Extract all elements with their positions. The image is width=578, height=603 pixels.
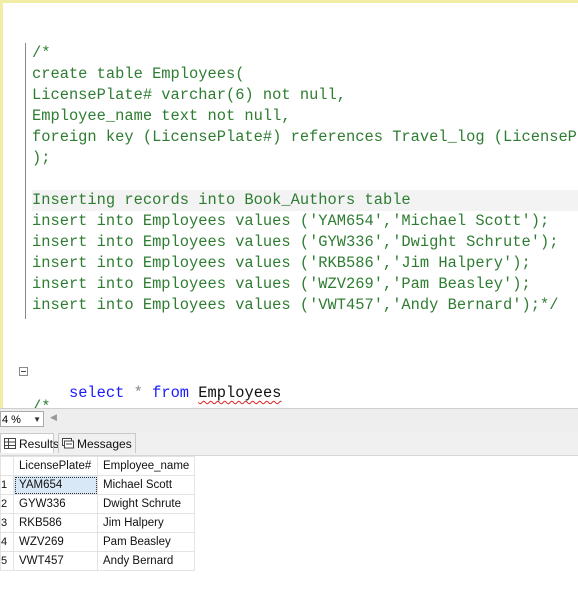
- collapse-toggle-icon[interactable]: [19, 367, 28, 376]
- scroll-left-arrow-icon[interactable]: ◀: [50, 412, 57, 423]
- results-grid[interactable]: LicensePlate# Employee_name 1 YAM654 Micha…: [0, 456, 196, 571]
- code-text: foreign key (LicensePlate#) references T…: [32, 128, 578, 146]
- table-name-token: Employees: [198, 384, 282, 402]
- table-row[interactable]: 2 GYW336 Dwight Schrute: [0, 494, 196, 514]
- zoom-dropdown[interactable]: 4 % ▼: [0, 411, 44, 427]
- tab-results-label: Results: [19, 437, 60, 451]
- code-line[interactable]: insert into Employees values ('RKB586','…: [32, 253, 531, 274]
- star-token: *: [124, 384, 153, 402]
- grid-header-row: LicensePlate# Employee_name: [0, 456, 196, 476]
- employee-name-cell[interactable]: Andy Bernard: [96, 551, 196, 571]
- code-line[interactable]: foreign key (LicensePlate#) references T…: [32, 127, 578, 148]
- query-editor[interactable]: /* create table Employees( LicensePlate# v…: [0, 0, 578, 411]
- tab-results[interactable]: Results: [0, 433, 59, 453]
- code-text: Inserting records into Book_Authors tabl…: [32, 191, 411, 209]
- tab-messages[interactable]: Messages: [58, 433, 136, 453]
- table-row[interactable]: 3 RKB586 Jim Halpery: [0, 513, 196, 533]
- code-line[interactable]: );: [32, 148, 50, 169]
- change-indicator-bar: [0, 3, 3, 411]
- tab-messages-label: Messages: [77, 437, 132, 451]
- code-text: insert into Employees values ('GYW336','…: [32, 233, 559, 251]
- code-line[interactable]: LicensePlate# varchar(6) not null,: [32, 85, 346, 106]
- row-number-cell[interactable]: 2: [0, 494, 14, 514]
- code-line[interactable]: /*: [32, 43, 50, 64]
- row-number-cell[interactable]: 3: [0, 513, 14, 533]
- column-header-licenseplate[interactable]: LicensePlate#: [13, 456, 98, 476]
- code-text: insert into Employees values ('VWT457','…: [32, 296, 559, 314]
- code-line[interactable]: create table Employees(: [32, 64, 244, 85]
- code-line[interactable]: insert into Employees values ('WZV269','…: [32, 274, 531, 295]
- row-number-cell[interactable]: 1: [0, 475, 14, 495]
- employee-name-cell[interactable]: Pam Beasley: [96, 532, 196, 552]
- employee-name-cell[interactable]: Michael Scott: [96, 475, 196, 495]
- zoom-value: 4 %: [2, 414, 21, 426]
- table-row[interactable]: 4 WZV269 Pam Beasley: [0, 532, 196, 552]
- employee-name-cell[interactable]: Jim Halpery: [96, 513, 196, 533]
- code-text: create table Employees(: [32, 65, 245, 83]
- licenseplate-cell[interactable]: GYW336: [13, 494, 98, 514]
- code-line[interactable]: insert into Employees values ('GYW336','…: [32, 232, 558, 253]
- licenseplate-cell[interactable]: YAM654: [13, 475, 98, 495]
- row-number-header[interactable]: [0, 456, 14, 476]
- grid-icon: [4, 438, 16, 449]
- code-text: insert into Employees values ('RKB586','…: [32, 254, 531, 272]
- code-text: insert into Employees values ('WZV269','…: [32, 275, 531, 293]
- licenseplate-cell[interactable]: RKB586: [13, 513, 98, 533]
- code-text: Employee_name text not null,: [32, 107, 291, 125]
- employee-name-cell[interactable]: Dwight Schrute: [96, 494, 196, 514]
- code-line[interactable]: Employee_name text not null,: [32, 106, 291, 127]
- code-text: insert into Employees values ('YAM654','…: [32, 212, 550, 230]
- messages-icon: [62, 438, 74, 449]
- code-line[interactable]: insert into Employees values ('VWT457','…: [32, 295, 558, 316]
- code-line[interactable]: insert into Employees values ('YAM654','…: [32, 211, 549, 232]
- editor-status-bar: 4 % ▼ ◀: [0, 408, 578, 432]
- dropdown-arrow-icon: ▼: [33, 415, 41, 424]
- row-number-cell[interactable]: 4: [0, 532, 14, 552]
- licenseplate-cell[interactable]: WZV269: [13, 532, 98, 552]
- row-number-cell[interactable]: 5: [0, 551, 14, 571]
- keyword-from: from: [152, 384, 190, 402]
- keyword-select: select: [68, 384, 125, 402]
- code-text: LicensePlate# varchar(6) not null,: [32, 86, 347, 104]
- table-row[interactable]: 5 VWT457 Andy Bernard: [0, 551, 196, 571]
- column-header-employee-name[interactable]: Employee_name: [96, 456, 196, 476]
- select-statement-line[interactable]: select * from Employees: [32, 362, 281, 411]
- outline-guide-line: [25, 43, 26, 319]
- table-row[interactable]: 1 YAM654 Michael Scott: [0, 475, 196, 495]
- code-line[interactable]: Inserting records into Book_Authors tabl…: [32, 190, 578, 211]
- code-text: /*: [32, 44, 51, 62]
- results-tab-strip: Results Messages: [0, 431, 578, 456]
- code-text: );: [32, 149, 51, 167]
- licenseplate-cell[interactable]: VWT457: [13, 551, 98, 571]
